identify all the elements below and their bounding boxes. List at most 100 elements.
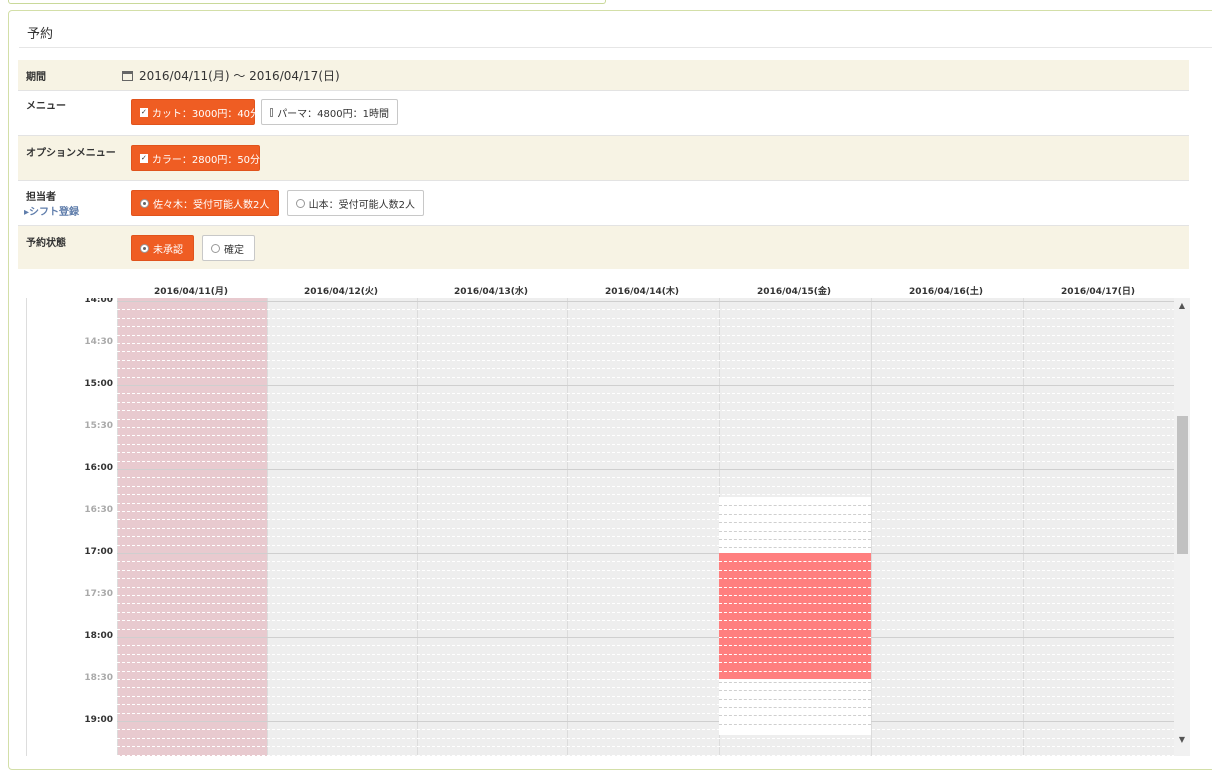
slot-line: [117, 737, 1175, 739]
slot-line: [117, 418, 1175, 420]
time-label: 18:00: [84, 631, 113, 641]
top-strip: [8, 0, 606, 4]
panel-title: 予約: [27, 27, 54, 42]
panel-divider: [19, 47, 1212, 48]
shift-register-link[interactable]: ▸シフト登録: [24, 203, 79, 218]
time-label: 14:30: [84, 337, 113, 347]
slot-line: [117, 695, 1175, 697]
hour-line: [117, 637, 1175, 638]
slot-line: [117, 368, 1175, 370]
slot-line: [719, 645, 871, 647]
slot-line: [719, 681, 871, 683]
option-menu-color[interactable]: ✓ カラー：2800円：50分: [131, 145, 260, 171]
slot-line: [117, 334, 1175, 336]
status-option-label: 確定: [224, 244, 244, 256]
slot-line: [117, 653, 1175, 655]
slot-line: [719, 547, 871, 549]
arrow-down-icon[interactable]: ▼: [1174, 732, 1190, 748]
slot-line: [117, 603, 1175, 605]
time-label: 17:30: [84, 589, 113, 599]
hour-line: [117, 721, 1175, 722]
slot-line: [117, 645, 1175, 647]
day-header: 2016/04/17(日): [1061, 287, 1135, 297]
time-label: 16:00: [84, 463, 113, 473]
slot-line: [719, 561, 871, 563]
slot-line: [117, 452, 1175, 454]
slot-line: [117, 511, 1175, 512]
time-label: 14:00: [84, 298, 113, 305]
calendar-scrollbar[interactable]: ▲ ▼: [1174, 298, 1190, 756]
slot-line: [719, 690, 871, 692]
slot-line: [117, 729, 1175, 731]
menu-option-cut[interactable]: ✓ カット：3000円：40分: [131, 99, 260, 125]
slot-line: [117, 628, 1175, 630]
status-option-label: 未承認: [153, 244, 183, 256]
slot-line: [117, 586, 1175, 588]
slot-line: [719, 670, 871, 672]
time-label: 17:00: [84, 547, 113, 557]
day-header: 2016/04/12(火): [304, 287, 378, 297]
checkbox-checked-icon: ✓: [140, 153, 148, 163]
slot-line: [117, 712, 1175, 714]
menu-option-label: パーマ：4800円：1時間: [277, 108, 389, 120]
staff-option-label: 山本：受付可能人数2人: [308, 199, 415, 211]
staff-option-yamamoto[interactable]: 山本：受付可能人数2人: [287, 190, 424, 216]
slot-line: [719, 637, 871, 638]
slot-line: [117, 401, 1175, 403]
shift-register-label: シフト登録: [29, 207, 80, 218]
staff-option-label: 佐々木：受付可能人数2人: [153, 199, 270, 211]
slot-line: [117, 527, 1175, 529]
slot-line: [117, 351, 1175, 353]
slot-line: [719, 530, 871, 532]
slot-line: [117, 544, 1175, 546]
slot-line: [117, 536, 1175, 538]
slot-line: [719, 578, 871, 580]
slot-line: [117, 620, 1175, 622]
slot-line: [719, 603, 871, 605]
slot-line: [719, 662, 871, 664]
calendar-grid[interactable]: 14:00 14:30 15:00 15:30 16:00 16:30 17:00 17:30…: [26, 298, 1191, 756]
slot-line: [117, 477, 1175, 479]
checkbox-icon: [270, 107, 274, 117]
slot-line: [719, 707, 871, 708]
menu-option-perm[interactable]: パーマ：4800円：1時間: [261, 99, 398, 125]
status-option-pending[interactable]: 未承認: [131, 235, 194, 261]
day-header: 2016/04/11(月): [154, 287, 228, 297]
radio-selected-icon: [140, 243, 149, 253]
time-column: 14:00 14:30 15:00 15:30 16:00 16:30 17:00 17:30…: [27, 298, 117, 756]
slot-line: [719, 505, 871, 507]
option-menu-option-label: カラー：2800円：50分: [151, 154, 261, 166]
calendar-scroll-area[interactable]: 14:00 14:30 15:00 15:30 16:00 16:30 17:00 17:30…: [27, 298, 1175, 756]
slot-line: [117, 754, 1175, 756]
selected-reservation-slot[interactable]: [719, 553, 871, 679]
slot-line: [117, 359, 1175, 361]
slot-line: [719, 569, 871, 571]
calendar-header: 2016/04/11(月) 2016/04/12(火) 2016/04/13(水…: [26, 280, 1189, 298]
radio-icon: [296, 198, 305, 208]
status-label: 予約状態: [26, 238, 66, 249]
radio-selected-icon: [140, 198, 149, 208]
day-header: 2016/04/14(木): [605, 287, 679, 297]
slot-line: [117, 662, 1175, 664]
checkbox-checked-icon: ✓: [140, 107, 148, 117]
slot-line: [117, 460, 1175, 462]
period-value: 2016/04/11(月) ～ 2016/04/17(日): [139, 69, 340, 83]
staff-option-sasaki[interactable]: 佐々木：受付可能人数2人: [131, 190, 279, 216]
slot-line: [117, 410, 1175, 412]
staff-label: 担当者: [26, 192, 56, 203]
option-menu-label: オプションメニュー: [26, 148, 116, 159]
scrollbar-thumb[interactable]: [1177, 416, 1188, 554]
period-row: 期間 2016/04/11(月) ～ 2016/04/17(日): [18, 60, 1189, 90]
slot-line: [117, 309, 1175, 311]
slot-line: [117, 343, 1175, 344]
time-label: 15:30: [84, 421, 113, 431]
arrow-up-icon[interactable]: ▲: [1174, 298, 1190, 314]
slot-line: [719, 586, 871, 588]
slot-line: [117, 502, 1175, 504]
slot-line: [719, 513, 871, 515]
slot-line: [117, 494, 1175, 496]
status-option-confirmed[interactable]: 確定: [202, 235, 255, 261]
menu-option-label: カット：3000円：40分: [151, 108, 261, 120]
hour-line: [117, 553, 1175, 554]
time-label: 15:00: [84, 379, 113, 389]
